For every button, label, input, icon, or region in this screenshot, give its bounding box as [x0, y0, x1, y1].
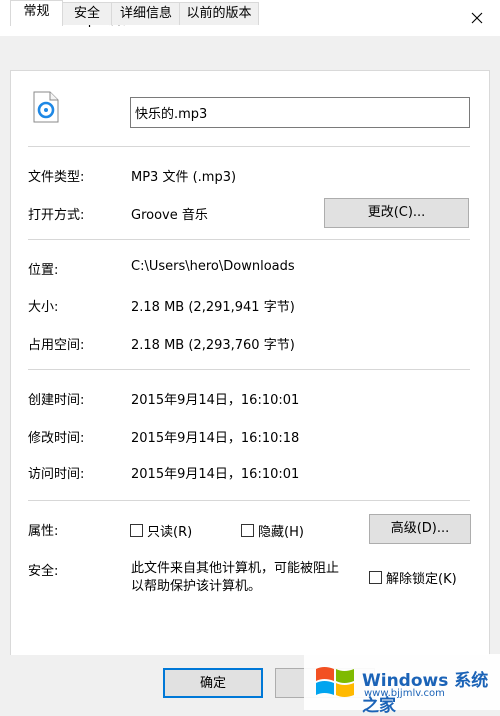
- readonly-checkbox[interactable]: 只读(R): [130, 521, 192, 540]
- modified-label: 修改时间:: [28, 431, 85, 446]
- unblock-checkbox-box[interactable]: [369, 571, 382, 584]
- tab-previous-versions[interactable]: 以前的版本: [179, 2, 259, 25]
- location-value: C:\Users\hero\Downloads: [131, 259, 295, 274]
- tab-general[interactable]: 常规: [10, 0, 63, 26]
- tab-previous-versions-label: 以前的版本: [186, 6, 252, 21]
- tab-general-label: 常规: [23, 4, 50, 19]
- tab-security-label: 安全: [73, 6, 100, 21]
- size-value: 2.18 MB (2,291,941 字节): [131, 300, 295, 315]
- music-file-icon: [33, 91, 59, 123]
- readonly-checkbox-box[interactable]: [130, 524, 143, 537]
- accessed-label: 访问时间:: [28, 467, 85, 482]
- location-label: 位置:: [28, 263, 59, 278]
- divider: [28, 239, 470, 240]
- close-button[interactable]: [454, 0, 500, 36]
- accessed-value: 2015年9月14日，16:10:01: [131, 467, 300, 482]
- tab-details-label: 详细信息: [119, 6, 172, 21]
- watermark-url: www.bjjmlv.com: [364, 688, 445, 699]
- disk-size-label: 占用空间:: [28, 338, 85, 353]
- windows-logo-icon: [316, 667, 354, 697]
- tab-security[interactable]: 安全: [61, 2, 113, 25]
- divider: [28, 369, 470, 370]
- file-type-value: MP3 文件 (.mp3): [131, 170, 237, 185]
- security-message: 此文件来自其他计算机，可能被阻止 以帮助保护该计算机。: [131, 560, 339, 596]
- divider: [28, 500, 470, 501]
- hidden-checkbox[interactable]: 隐藏(H): [241, 521, 304, 540]
- unblock-checkbox-label: 解除锁定(K): [386, 572, 457, 587]
- unblock-checkbox[interactable]: 解除锁定(K): [369, 568, 457, 587]
- security-message-line-2: 以帮助保护该计算机。: [131, 579, 262, 594]
- file-type-label: 文件类型:: [28, 170, 85, 185]
- advanced-button[interactable]: 高级(D)...: [369, 514, 471, 544]
- attributes-label: 属性:: [28, 524, 59, 539]
- tab-details[interactable]: 详细信息: [111, 2, 181, 25]
- created-value: 2015年9月14日，16:10:01: [131, 393, 300, 408]
- created-label: 创建时间:: [28, 393, 85, 408]
- open-with-label: 打开方式:: [28, 208, 85, 223]
- open-with-value: Groove 音乐: [131, 208, 208, 223]
- readonly-checkbox-label: 只读(R): [147, 525, 193, 540]
- security-message-line-1: 此文件来自其他计算机，可能被阻止: [131, 561, 340, 576]
- watermark: Windows 系统之家 www.bjjmlv.com: [304, 654, 500, 716]
- change-button[interactable]: 更改(C)...: [324, 198, 469, 228]
- modified-value: 2015年9月14日，16:10:18: [131, 431, 300, 446]
- hidden-checkbox-box[interactable]: [241, 524, 254, 537]
- divider: [28, 146, 470, 147]
- close-icon: [471, 12, 483, 24]
- hidden-checkbox-label: 隐藏(H): [258, 525, 304, 540]
- disk-size-value: 2.18 MB (2,293,760 字节): [131, 338, 295, 353]
- file-name-input[interactable]: 快乐的.mp3: [130, 97, 470, 128]
- size-label: 大小:: [28, 300, 59, 315]
- ok-button[interactable]: 确定: [163, 668, 263, 698]
- security-label: 安全:: [28, 564, 59, 579]
